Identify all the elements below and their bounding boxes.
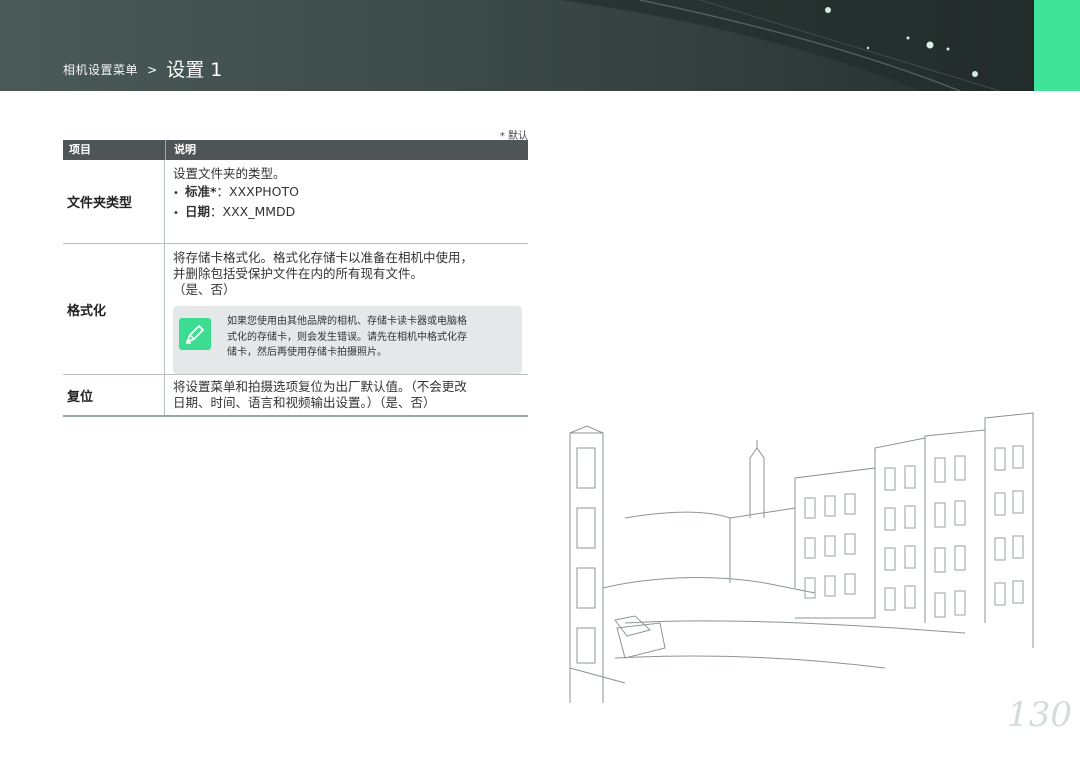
- table-row-format: 格式化 将存储卡格式化。格式化存储卡以准备在相机中使用， 并删除包括受保护文件在…: [63, 244, 528, 375]
- option-value: ：XXX_MMDD: [210, 204, 296, 219]
- note-line: 如果您使用由其他品牌的相机、存储卡读卡器或电脑格: [227, 316, 467, 327]
- breadcrumb-section: 相机设置菜单: [63, 63, 139, 77]
- description-line: 并删除包括受保护文件在内的所有现有文件。: [173, 266, 424, 281]
- column-header-description: 说明: [174, 143, 196, 156]
- description-line: 设置文件夹的类型。: [173, 166, 286, 181]
- option-label: 标准*: [185, 184, 217, 199]
- description-line: 日期、时间、语言和视频输出设置。）（是、否）: [173, 395, 436, 410]
- page-number: 130: [1007, 695, 1072, 735]
- table-header: 项目 说明: [63, 140, 528, 160]
- note-line: 式化的存储卡，则会发生错误。请先在相机中格式化存: [227, 331, 467, 343]
- pencil-note-icon: [179, 318, 211, 350]
- description-line: 将设置菜单和拍摄选项复位为出厂默认值。（不会更改: [173, 379, 467, 394]
- breadcrumb: 相机设置菜单 > 设置 1: [63, 55, 222, 82]
- settings-table: 项目 说明 文件夹类型 设置文件夹的类型。 • 标准* ：XXXPHOTO • …: [63, 140, 528, 417]
- table-row-folder-type: 文件夹类型 设置文件夹的类型。 • 标准* ：XXXPHOTO • 日期 ：XX…: [63, 160, 528, 244]
- note-text: 如果您使用由其他品牌的相机、存储卡读卡器或电脑格 式化的存储卡，则会发生错误。请…: [227, 314, 467, 366]
- row-description: 设置文件夹的类型。 • 标准* ：XXXPHOTO • 日期 ：XXX_MMDD: [164, 160, 528, 243]
- description-line: 将存储卡格式化。格式化存储卡以准备在相机中使用，: [173, 250, 474, 265]
- header-banner: 相机设置菜单 > 设置 1: [0, 0, 1034, 91]
- option-label: 日期: [185, 204, 211, 219]
- option-item: • 日期 ：XXX_MMDD: [173, 204, 528, 222]
- page-title: 设置 1: [166, 59, 223, 81]
- column-header-item: 项目: [63, 140, 166, 160]
- row-label: 格式化: [67, 303, 107, 319]
- bullet-icon: •: [173, 208, 179, 219]
- bullet-icon: •: [173, 188, 179, 199]
- option-value: ：XXXPHOTO: [216, 184, 299, 199]
- row-label: 文件夹类型: [67, 196, 133, 211]
- row-label: 复位: [67, 389, 94, 405]
- row-description: 将设置菜单和拍摄选项复位为出厂默认值。（不会更改 日期、时间、语言和视频输出设置…: [164, 375, 528, 415]
- row-description: 将存储卡格式化。格式化存储卡以准备在相机中使用， 并删除包括受保护文件在内的所有…: [164, 244, 528, 374]
- table-row-reset: 复位 将设置菜单和拍摄选项复位为出厂默认值。（不会更改 日期、时间、语言和视频输…: [63, 375, 528, 417]
- city-canal-illustration: [569, 412, 1034, 703]
- option-item: • 标准* ：XXXPHOTO: [173, 184, 528, 202]
- breadcrumb-separator: >: [147, 63, 158, 77]
- accent-tab: [1034, 0, 1080, 91]
- description-line: （是、否）: [173, 282, 236, 297]
- note-line: 储卡，然后再使用存储卡拍摄照片。: [227, 347, 387, 358]
- note-box: 如果您使用由其他品牌的相机、存储卡读卡器或电脑格 式化的存储卡，则会发生错误。请…: [173, 306, 522, 374]
